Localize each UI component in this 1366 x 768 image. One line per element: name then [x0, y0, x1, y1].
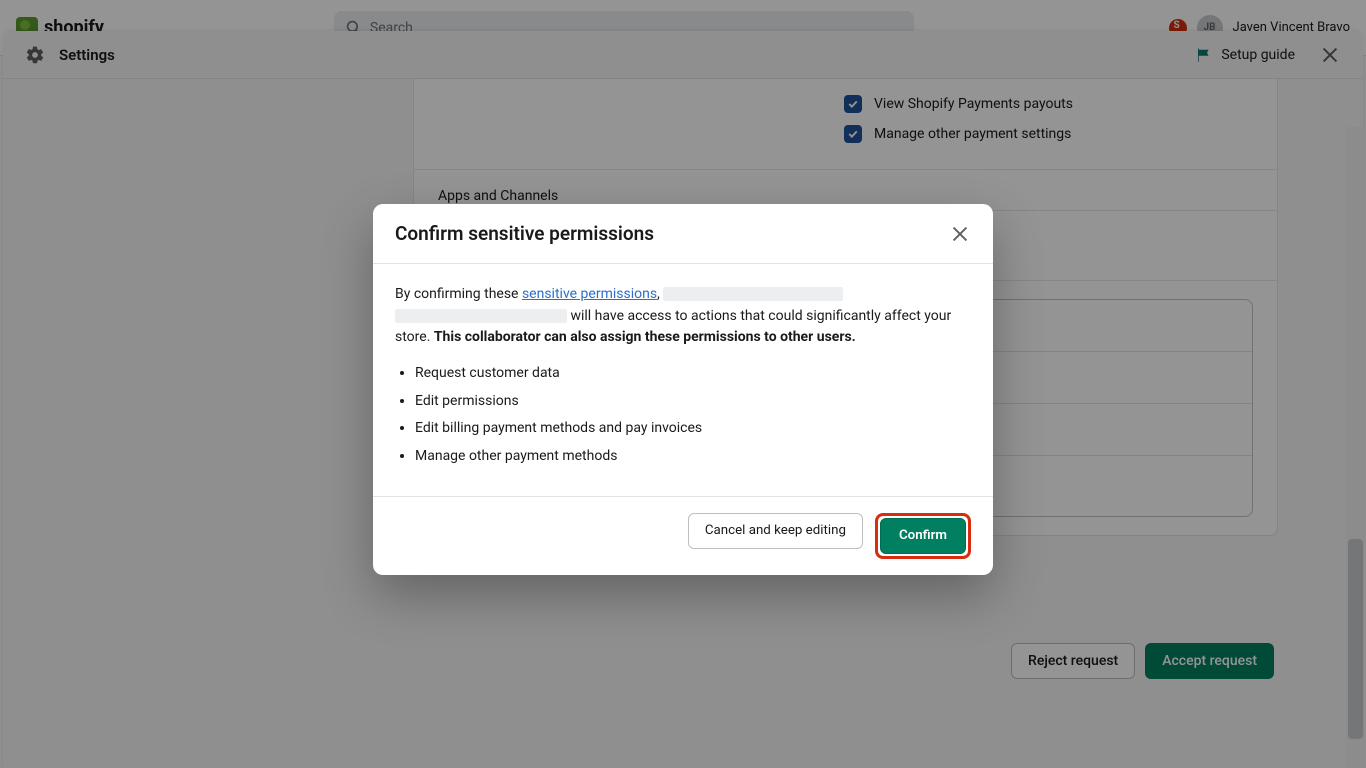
- modal-header: Confirm sensitive permissions: [373, 204, 993, 263]
- permissions-bullet-list: Request customer data Edit permissions E…: [415, 363, 971, 468]
- confirm-highlight: Confirm: [875, 513, 971, 559]
- intro-prefix: By confirming these: [395, 286, 522, 302]
- modal-intro: By confirming these sensitive permission…: [395, 284, 971, 349]
- confirm-permissions-modal: Confirm sensitive permissions By confirm…: [373, 204, 993, 575]
- sensitive-permissions-link[interactable]: sensitive permissions: [522, 286, 657, 302]
- list-item: Request customer data: [415, 363, 971, 385]
- list-item: Manage other payment methods: [415, 446, 971, 468]
- modal-title: Confirm sensitive permissions: [395, 222, 654, 245]
- list-item: Edit permissions: [415, 391, 971, 413]
- intro-bold: This collaborator can also assign these …: [434, 329, 856, 345]
- cancel-button[interactable]: Cancel and keep editing: [688, 513, 863, 549]
- close-icon[interactable]: [949, 223, 971, 245]
- confirm-button[interactable]: Confirm: [880, 518, 966, 554]
- modal-body: By confirming these sensitive permission…: [373, 264, 993, 496]
- modal-footer: Cancel and keep editing Confirm: [373, 496, 993, 575]
- redacted-text: [663, 287, 843, 301]
- list-item: Edit billing payment methods and pay inv…: [415, 418, 971, 440]
- redacted-text: [395, 309, 567, 323]
